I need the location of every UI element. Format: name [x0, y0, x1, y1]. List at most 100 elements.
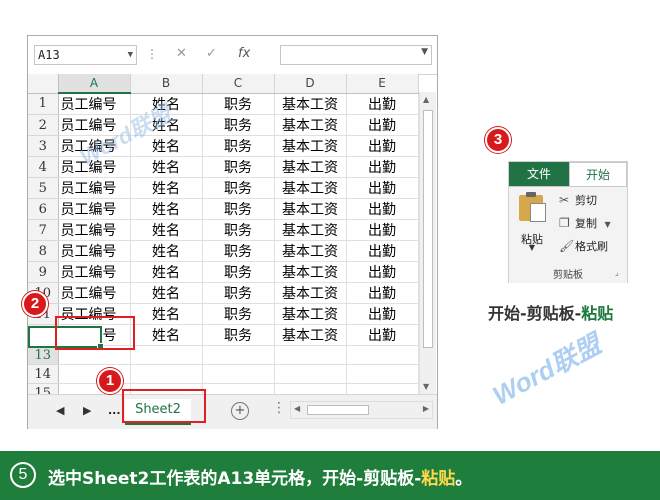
grid-cell[interactable]: 出勤 — [346, 324, 419, 346]
grid-cell[interactable]: 姓名 — [130, 240, 203, 262]
scroll-up-icon[interactable]: ▲ — [423, 95, 429, 104]
row-header[interactable]: 5 — [28, 177, 59, 199]
add-sheet-icon[interactable]: + — [231, 402, 249, 420]
grid-cell[interactable]: 基本工资 — [274, 198, 347, 220]
column-header[interactable]: D — [274, 74, 347, 94]
grid-cell[interactable]: 出勤 — [346, 156, 419, 178]
grid-cell[interactable]: 出勤 — [346, 93, 419, 115]
grid-cell[interactable]: 姓名 — [130, 219, 203, 241]
grid-cell[interactable]: 姓名 — [130, 261, 203, 283]
grid-cell[interactable]: 职务 — [202, 135, 275, 157]
grid-cell[interactable]: 员工编号 — [58, 240, 131, 262]
grid-cell[interactable]: 姓名 — [130, 303, 203, 325]
grid-cell[interactable]: 员工编号 — [58, 282, 131, 304]
column-header[interactable]: C — [202, 74, 275, 94]
grid-cell[interactable]: 基本工资 — [274, 114, 347, 136]
row-header[interactable]: 8 — [28, 240, 59, 262]
grid-cell[interactable] — [130, 364, 203, 384]
grid-cell[interactable]: 员工编号 — [58, 261, 131, 283]
grid-cell[interactable]: 出勤 — [346, 219, 419, 241]
grid-cell[interactable] — [274, 364, 347, 384]
grid-cell[interactable] — [274, 383, 347, 394]
grid-cell[interactable]: 职务 — [202, 282, 275, 304]
chevron-down-icon[interactable]: ▼ — [421, 47, 428, 57]
tab-file[interactable]: 文件 — [509, 162, 569, 186]
grid-cell[interactable]: 职务 — [202, 114, 275, 136]
grid-cell[interactable]: 基本工资 — [274, 240, 347, 262]
sheet-prev-icon[interactable]: ◀ — [56, 404, 64, 417]
row-header[interactable]: 7 — [28, 219, 59, 241]
grid-cell[interactable]: 出勤 — [346, 240, 419, 262]
grid-cell[interactable]: 基本工资 — [274, 303, 347, 325]
grid-cell[interactable] — [202, 364, 275, 384]
name-box[interactable]: A13 ▼ — [34, 45, 137, 65]
grid-cell[interactable]: 基本工资 — [274, 177, 347, 199]
copy-button[interactable]: ❐ 复制 ▼ — [559, 214, 611, 232]
dialog-launcher-icon[interactable]: ⌟ — [615, 268, 619, 277]
row-header[interactable]: 14 — [28, 364, 59, 384]
grid-cell[interactable] — [346, 345, 419, 365]
grid-cell[interactable]: 姓名 — [130, 177, 203, 199]
grid-cell[interactable] — [202, 383, 275, 394]
grid-cell[interactable]: 职务 — [202, 261, 275, 283]
grid-cell[interactable]: 员工编号 — [58, 219, 131, 241]
grid-cell[interactable]: 职务 — [202, 219, 275, 241]
formula-input[interactable]: ▼ — [280, 45, 432, 65]
paste-button[interactable]: 粘贴 ▼ — [512, 191, 552, 255]
row-header[interactable]: 1 — [28, 93, 59, 115]
row-header[interactable]: 13 — [28, 345, 59, 365]
grid-cell[interactable]: 职务 — [202, 93, 275, 115]
column-header[interactable]: B — [130, 74, 203, 94]
grid-cell[interactable]: 基本工资 — [274, 135, 347, 157]
row-header[interactable]: 6 — [28, 198, 59, 220]
column-header[interactable]: A — [58, 74, 131, 94]
grid-cell[interactable]: 基本工资 — [274, 324, 347, 346]
scroll-right-icon[interactable]: ▶ — [423, 404, 429, 413]
scroll-thumb[interactable] — [423, 110, 433, 348]
chevron-down-icon[interactable]: ▼ — [605, 220, 611, 229]
cut-button[interactable]: ✂ 剪切 — [559, 191, 597, 209]
row-header[interactable]: 9 — [28, 261, 59, 283]
grid-cell[interactable]: 职务 — [202, 240, 275, 262]
scroll-left-icon[interactable]: ◀ — [294, 404, 300, 413]
grid-cell[interactable] — [346, 364, 419, 384]
select-all-corner[interactable] — [28, 74, 59, 94]
grid-cell[interactable]: 职务 — [202, 177, 275, 199]
grid-cell[interactable] — [274, 345, 347, 365]
grid-cell[interactable]: 出勤 — [346, 261, 419, 283]
grid-cell[interactable]: 员工编号 — [58, 177, 131, 199]
grid-cell[interactable]: 出勤 — [346, 177, 419, 199]
format-painter-button[interactable]: 🖌格式刷 — [559, 237, 608, 255]
sheet-next-icon[interactable]: ▶ — [83, 404, 91, 417]
row-header[interactable]: 3 — [28, 135, 59, 157]
enter-icon[interactable]: ✓ — [206, 46, 217, 61]
row-header[interactable]: 4 — [28, 156, 59, 178]
grid-cell[interactable]: 职务 — [202, 324, 275, 346]
grid-cell[interactable]: 基本工资 — [274, 156, 347, 178]
grid-cell[interactable]: 基本工资 — [274, 282, 347, 304]
sheet-more[interactable]: ... — [108, 404, 121, 417]
grid-cell[interactable]: 基本工资 — [274, 93, 347, 115]
cancel-icon[interactable]: ✕ — [176, 46, 187, 61]
grid-cell[interactable] — [130, 345, 203, 365]
grid-cell[interactable]: 基本工资 — [274, 219, 347, 241]
grid-cell[interactable]: 基本工资 — [274, 261, 347, 283]
tab-home[interactable]: 开始 — [569, 162, 627, 186]
grid-cell[interactable]: 出勤 — [346, 135, 419, 157]
vertical-scrollbar[interactable]: ▲ ▼ — [419, 92, 436, 394]
hscroll-thumb[interactable] — [307, 405, 369, 415]
grid-cell[interactable]: 姓名 — [130, 282, 203, 304]
grid-cell[interactable]: 职务 — [202, 156, 275, 178]
grid-cell[interactable]: 出勤 — [346, 198, 419, 220]
chevron-down-icon[interactable]: ▼ — [128, 46, 133, 64]
grid-cell[interactable]: 姓名 — [130, 156, 203, 178]
grid-cell[interactable]: 出勤 — [346, 114, 419, 136]
row-header[interactable]: 2 — [28, 114, 59, 136]
grid-cell[interactable]: 职务 — [202, 303, 275, 325]
grid-cell[interactable]: 职务 — [202, 198, 275, 220]
grid-cell[interactable] — [202, 345, 275, 365]
grid-cell[interactable]: 出勤 — [346, 282, 419, 304]
chevron-down-icon[interactable]: ▼ — [512, 243, 552, 252]
column-header[interactable]: E — [346, 74, 419, 94]
grid-cell[interactable]: 员工编号 — [58, 198, 131, 220]
